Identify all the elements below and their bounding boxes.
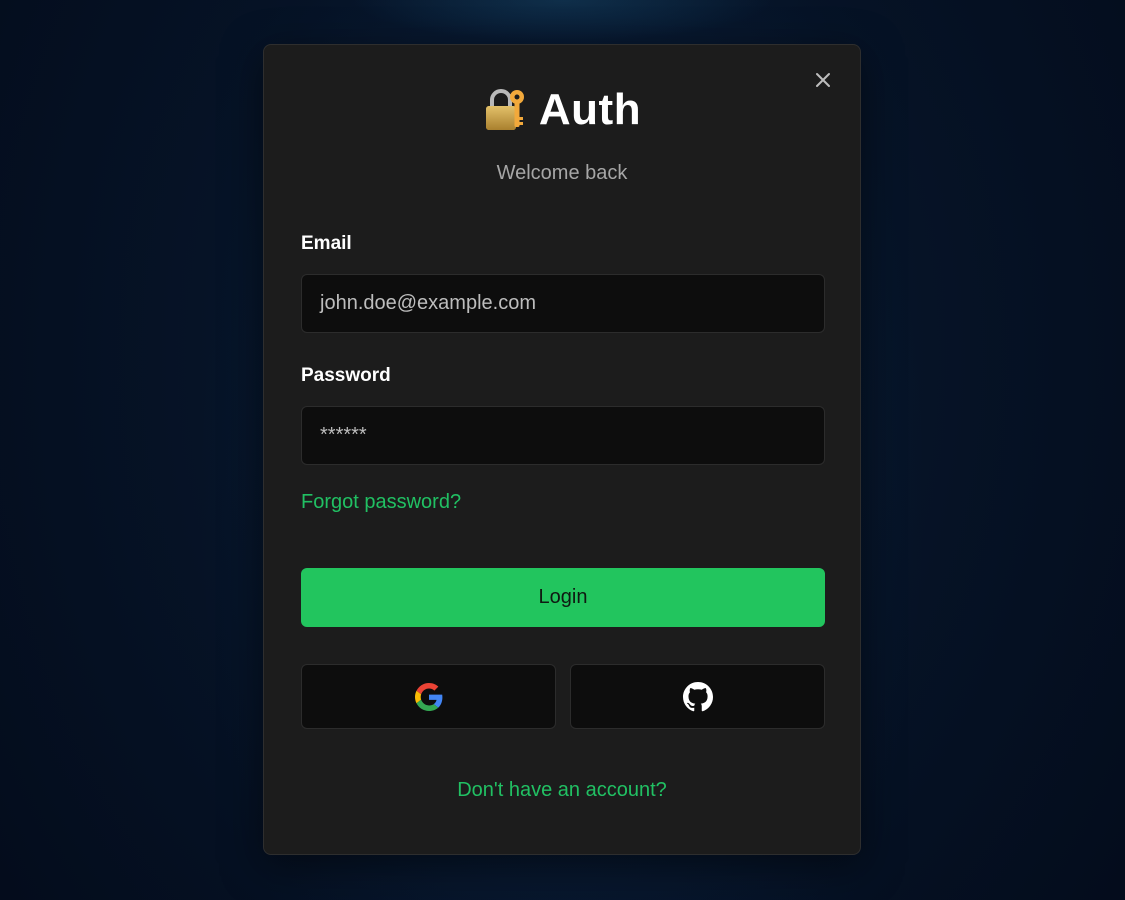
password-value: ****** [320,424,367,446]
email-field[interactable]: john.doe@example.com [301,274,825,333]
github-icon [682,681,713,711]
signup-link[interactable]: Don't have an account? [264,779,860,802]
auth-modal: Auth Welcome back Email john.doe@example… [263,44,861,855]
github-login-button[interactable] [570,664,825,729]
welcome-subtitle: Welcome back [496,162,628,184]
login-button[interactable]: Login [301,568,825,627]
email-label: Email [301,233,352,254]
password-label: Password [301,365,391,386]
google-login-button[interactable] [301,664,556,729]
app-title: Auth [538,85,642,134]
forgot-password-link[interactable]: Forgot password? [301,491,461,514]
modal-header: Auth [264,85,860,135]
login-button-label: Login [538,586,588,608]
password-field[interactable]: ****** [301,406,825,465]
google-icon [414,682,442,711]
email-value: john.doe@example.com [320,292,536,314]
lock-with-key-icon [485,89,524,130]
